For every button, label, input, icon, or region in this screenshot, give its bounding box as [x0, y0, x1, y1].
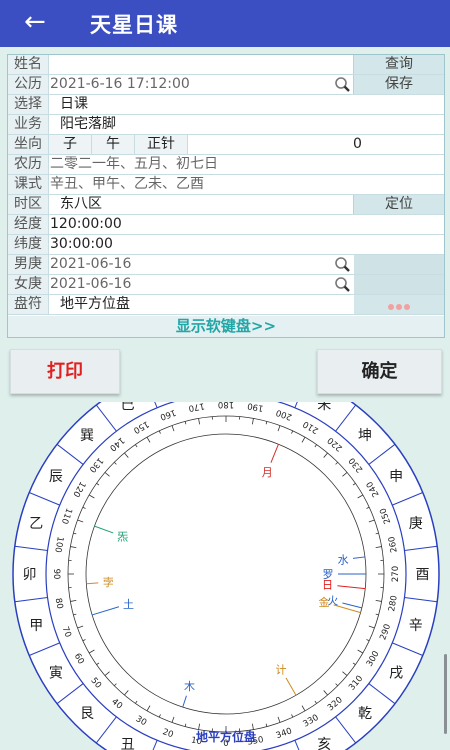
mountain-label: 乾 — [358, 706, 372, 722]
business-dropdown[interactable]: 阳宅落脚 — [60, 115, 116, 134]
planet-glyph: 火 — [327, 595, 338, 608]
female-birth-field[interactable]: 2021-06-16 — [50, 275, 131, 294]
female-birth-label: 女庚 — [8, 275, 49, 294]
solar-date-label: 公历 — [8, 75, 49, 94]
page-title: 天星日课 — [90, 13, 178, 37]
chart-input-form: 姓名 查询 公历 2021-6-16 17:12:00 保存 选择 日课 业务 … — [7, 54, 445, 338]
name-field[interactable] — [50, 55, 350, 74]
male-birth-field[interactable]: 2021-06-16 — [50, 255, 131, 274]
search-icon[interactable] — [334, 276, 351, 293]
chart-type-dropdown[interactable]: 地平方位盘 — [60, 295, 130, 314]
show-keyboard-link[interactable]: 显示软键盘>> — [8, 316, 444, 337]
mountain-label: 丑 — [121, 737, 135, 750]
latitude-row: 纬度 30:00:00 — [8, 235, 444, 255]
business-label: 业务 — [8, 115, 49, 134]
locate-button[interactable]: 定位 — [353, 195, 444, 214]
mountain-label: 坤 — [358, 428, 372, 444]
planet-glyph: 土 — [123, 598, 134, 611]
dial-caption: 地平方位盘 — [196, 729, 256, 744]
degree-label: 170 — [188, 402, 206, 413]
app-header: ← 天星日课 — [0, 0, 450, 47]
mountain-label: 巳 — [121, 402, 135, 413]
timezone-label: 时区 — [8, 195, 49, 214]
latitude-label: 纬度 — [8, 235, 49, 254]
query-button[interactable]: 查询 — [353, 55, 444, 74]
direction-label: 坐向 — [8, 135, 49, 154]
dial-rings — [12, 402, 440, 750]
mountain-label: 酉 — [416, 567, 430, 583]
name-label: 姓名 — [8, 55, 49, 74]
pillars-row: 课式 辛丑、甲午、乙未、乙酉 — [8, 175, 444, 195]
scrollbar[interactable] — [444, 654, 447, 734]
mountain-label: 艮 — [80, 706, 94, 722]
planet-glyph: 计 — [276, 663, 287, 676]
solar-date-row: 公历 2021-6-16 17:12:00 保存 — [8, 75, 444, 95]
print-button[interactable]: 打印 — [10, 349, 120, 394]
male-birth-label: 男庚 — [8, 255, 49, 274]
pillars-label: 课式 — [8, 175, 49, 194]
mountain-label: 寅 — [49, 664, 63, 681]
mountain-label: 卯 — [23, 567, 37, 583]
needle-mode-select[interactable]: 正针 — [135, 135, 188, 154]
confirm-button[interactable]: 确定 — [317, 349, 442, 394]
longitude-label: 经度 — [8, 215, 49, 234]
mountain-label: 辛 — [409, 618, 423, 634]
timezone-dropdown[interactable]: 东八区 — [60, 195, 102, 214]
male-birth-row: 男庚 2021-06-16 — [8, 255, 444, 275]
planet-glyph: 月 — [262, 466, 273, 479]
mountain-label: 巽 — [80, 428, 94, 444]
pillars-text: 辛丑、甲午、乙未、乙酉 — [50, 176, 204, 192]
mountain-label: 辰 — [49, 469, 63, 485]
select-label: 选择 — [8, 95, 49, 114]
mountain-label: 申 — [389, 469, 403, 485]
mountain-label: 未 — [317, 402, 331, 413]
direction-row: 坐向 子 午 正针 0 — [8, 135, 444, 155]
direction-degree-field[interactable]: 0 — [353, 135, 362, 154]
mountain-label: 庚 — [409, 516, 423, 532]
planet-glyph: 孛 — [103, 576, 114, 589]
mountain-label: 戌 — [389, 665, 403, 681]
mountain-label: 乙 — [29, 516, 43, 532]
degree-label: 190 — [247, 402, 265, 413]
select-row: 选择 日课 — [8, 95, 444, 115]
longitude-row: 经度 120:00:00 — [8, 215, 444, 235]
degree-label: 80 — [53, 597, 65, 609]
select-dropdown[interactable]: 日课 — [60, 95, 88, 114]
degree-label: 270 — [391, 566, 401, 582]
search-icon[interactable] — [334, 76, 351, 93]
face-mountain-select[interactable]: 午 — [92, 135, 135, 154]
timezone-row: 时区 东八区 定位 — [8, 195, 444, 215]
latitude-field[interactable]: 30:00:00 — [50, 235, 113, 254]
planet-glyph: 罗 — [323, 568, 334, 581]
chart-type-row: 盘符 地平方位盘 — [8, 295, 444, 315]
solar-date-field[interactable]: 2021-6-16 17:12:00 — [50, 75, 190, 94]
female-birth-side-cell — [354, 275, 444, 294]
more-dots-icon[interactable] — [354, 295, 444, 314]
horizon-direction-dial: 午丁未坤申庚酉辛戌乾亥壬子癸丑艮寅甲卯乙辰巽巳丙 010203040506070… — [12, 402, 440, 750]
name-row: 姓名 查询 — [8, 55, 444, 75]
save-button[interactable]: 保存 — [353, 75, 444, 94]
planet-glyph: 水 — [338, 554, 349, 567]
mountain-label: 甲 — [29, 618, 43, 634]
chart-type-label: 盘符 — [8, 295, 49, 314]
back-arrow-icon[interactable]: ← — [24, 6, 46, 38]
degree-label: 90 — [51, 569, 61, 580]
business-row: 业务 阳宅落脚 — [8, 115, 444, 135]
lunar-label: 农历 — [8, 155, 49, 174]
mountain-label: 亥 — [317, 737, 331, 750]
lunar-date-text: 二零二一年、五月、初七日 — [50, 156, 218, 172]
planet-glyph: 炁 — [117, 530, 128, 543]
female-birth-row: 女庚 2021-06-16 — [8, 275, 444, 295]
search-icon[interactable] — [334, 256, 351, 273]
male-birth-side-cell — [354, 255, 444, 274]
degree-label: 180 — [218, 402, 234, 409]
sit-mountain-select[interactable]: 子 — [49, 135, 92, 154]
planet-glyph: 木 — [184, 680, 195, 693]
longitude-field[interactable]: 120:00:00 — [50, 215, 122, 234]
lunar-row: 农历 二零二一年、五月、初七日 — [8, 155, 444, 175]
